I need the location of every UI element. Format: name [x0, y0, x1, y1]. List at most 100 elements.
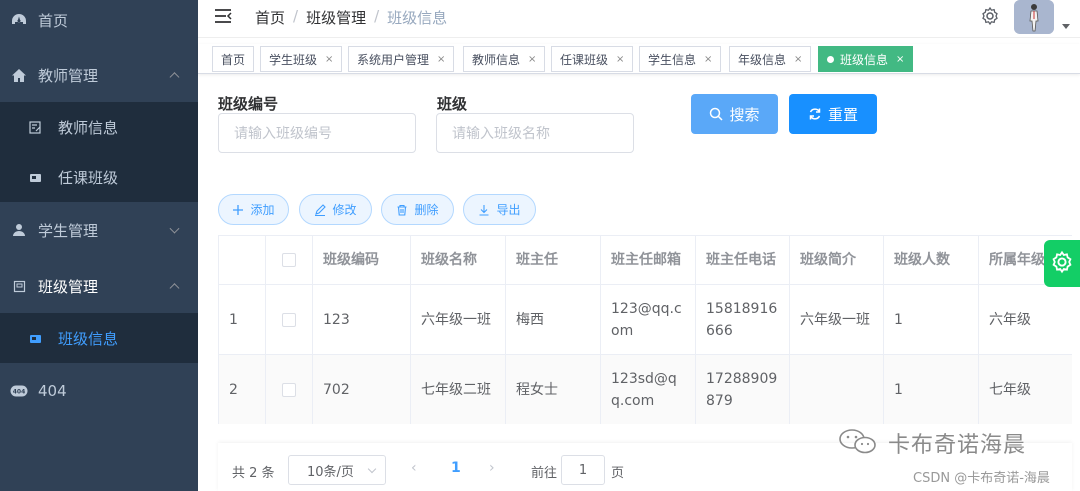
table-header-intro[interactable]: 班级简介 — [790, 236, 884, 284]
sidebar-item-label: 班级信息 — [58, 329, 119, 348]
tag-class-info[interactable]: 班级信息 × — [818, 46, 914, 72]
delete-icon — [396, 204, 408, 216]
close-icon[interactable]: × — [704, 54, 712, 65]
search-button[interactable]: 搜索 — [691, 94, 778, 134]
delete-button[interactable]: 删除 — [381, 194, 454, 225]
table-header-name[interactable]: 班级名称 — [411, 236, 506, 284]
sidebar-item-teaching-classes[interactable]: 任课班级 — [0, 152, 198, 202]
close-icon[interactable]: × — [896, 54, 904, 65]
chevron-up-icon — [169, 72, 180, 83]
cell-email: 123@qq.com — [601, 285, 696, 354]
sidebar-item-label: 学生管理 — [38, 221, 99, 240]
table-header-code[interactable]: 班级编码 — [313, 236, 411, 284]
row-checkbox[interactable] — [282, 312, 296, 327]
tag-teacher-info[interactable]: 教师信息 × — [463, 46, 546, 72]
close-icon[interactable]: × — [325, 54, 333, 65]
cell-index: 2 — [218, 355, 266, 424]
cell-count: 1 — [884, 285, 979, 354]
tag-label: 首页 — [221, 52, 246, 67]
card-icon — [28, 170, 42, 184]
caret-down-icon[interactable] — [1062, 24, 1070, 29]
add-button[interactable]: 添加 — [218, 194, 289, 225]
sidebar-item-student-management[interactable]: 学生管理 — [0, 202, 198, 258]
table-row[interactable]: 1 123 六年级一班 梅西 123@qq.com 15818916666 六年… — [218, 285, 1072, 355]
table-header-phone[interactable]: 班主任电话 — [696, 236, 790, 284]
cell-grade: 七年级 — [979, 355, 1072, 424]
tag-label: 班级信息 — [840, 52, 889, 67]
tag-system-users[interactable]: 系统用户管理 × — [348, 46, 455, 72]
add-button-label: 添加 — [250, 203, 275, 217]
404-icon: 404 — [10, 382, 28, 400]
next-page-button[interactable]: › — [489, 460, 495, 476]
tag-student-info[interactable]: 学生信息 × — [639, 46, 722, 72]
cell-head-teacher: 梅西 — [506, 285, 601, 354]
pagination-total: 共 2 条 — [232, 466, 275, 481]
close-icon[interactable]: × — [437, 54, 445, 65]
tag-student-class[interactable]: 学生班级 × — [260, 46, 343, 72]
tag-label: 教师信息 — [472, 52, 521, 67]
search-button-label: 搜索 — [729, 105, 760, 124]
cell-phone: 15818916666 — [696, 285, 790, 354]
reset-button[interactable]: 重置 — [789, 94, 877, 134]
sidebar: 首页 教师管理 教师信息 任课班级 学生管理 班级管理 班级信息 404 404 — [0, 0, 198, 491]
breadcrumb-class-management[interactable]: 班级管理 — [306, 7, 366, 28]
page-size-select[interactable]: 10条/页 — [288, 455, 386, 485]
close-icon[interactable]: × — [616, 54, 624, 65]
sidebar-item-home[interactable]: 首页 — [0, 0, 198, 48]
select-all-checkbox[interactable] — [282, 253, 296, 267]
refresh-icon — [808, 107, 822, 121]
sidebar-item-label: 教师管理 — [38, 66, 99, 85]
class-name-input[interactable]: 请输入班级名称 — [436, 113, 634, 153]
row-checkbox[interactable] — [282, 382, 296, 397]
avatar[interactable] — [1014, 0, 1054, 34]
prev-page-button[interactable]: ‹ — [411, 460, 417, 476]
active-dot-icon — [827, 55, 834, 63]
goto-label: 前往 — [531, 466, 558, 481]
cell-email: 123sd@qq.com — [601, 355, 696, 424]
close-icon[interactable]: × — [528, 54, 536, 65]
hamburger-icon[interactable] — [214, 8, 232, 24]
sidebar-item-class-management[interactable]: 班级管理 — [0, 258, 198, 314]
breadcrumb-separator: / — [293, 7, 299, 25]
tag-home[interactable]: 首页 — [212, 46, 255, 72]
edit-icon — [314, 203, 327, 216]
tag-grade-info[interactable]: 年级信息 × — [729, 46, 812, 72]
settings-gear-icon[interactable] — [980, 6, 1000, 26]
tag-teaching-classes[interactable]: 任课班级 × — [551, 46, 634, 72]
sidebar-item-class-info[interactable]: 班级信息 — [0, 313, 198, 363]
cell-intro — [790, 355, 884, 424]
svg-text:404: 404 — [13, 389, 26, 396]
cell-select — [266, 355, 313, 424]
chevron-up-icon — [169, 283, 180, 294]
breadcrumb-home[interactable]: 首页 — [255, 7, 285, 28]
tags-view: 首页 学生班级 × 系统用户管理 × 教师信息 × 任课班级 × 学生信息 × … — [198, 44, 1080, 74]
sidebar-item-teacher-info[interactable]: 教师信息 — [0, 102, 198, 152]
page-number-current[interactable]: 1 — [451, 460, 461, 476]
class-code-input[interactable]: 请输入班级编号 — [218, 113, 416, 153]
export-button-label: 导出 — [496, 203, 521, 217]
sidebar-item-label: 班级管理 — [38, 277, 99, 296]
tag-label: 学生信息 — [648, 52, 697, 67]
class-table: 班级编码 班级名称 班主任 班主任邮箱 班主任电话 班级简介 班级人数 所属年级… — [218, 235, 1072, 424]
cell-select — [266, 285, 313, 354]
chevron-down-icon — [367, 464, 377, 474]
sidebar-item-404[interactable]: 404 404 — [0, 363, 198, 419]
table-header-index — [218, 236, 266, 284]
sidebar-item-teacher-management[interactable]: 教师管理 — [0, 47, 198, 103]
table-row[interactable]: 2 702 七年级二班 程女士 123sd@qq.com 17288909879… — [218, 355, 1072, 424]
tag-label: 任课班级 — [560, 52, 609, 67]
export-button[interactable]: 导出 — [463, 194, 536, 225]
edit-button[interactable]: 修改 — [299, 194, 372, 225]
close-icon[interactable]: × — [794, 54, 802, 65]
goto-page-input[interactable]: 1 — [561, 455, 605, 485]
breadcrumb: 首页 / 班级管理 / 班级信息 — [255, 7, 447, 28]
table-header-count[interactable]: 班级人数 — [884, 236, 979, 284]
chevron-down-icon — [169, 223, 180, 234]
floating-settings-button[interactable] — [1044, 240, 1080, 287]
table-header-head-teacher[interactable]: 班主任 — [506, 236, 601, 284]
breadcrumb-separator: / — [374, 7, 380, 25]
sidebar-item-label: 首页 — [38, 11, 69, 30]
cell-code: 702 — [313, 355, 411, 424]
table-header-email[interactable]: 班主任邮箱 — [601, 236, 696, 284]
tag-label: 系统用户管理 — [357, 52, 430, 67]
